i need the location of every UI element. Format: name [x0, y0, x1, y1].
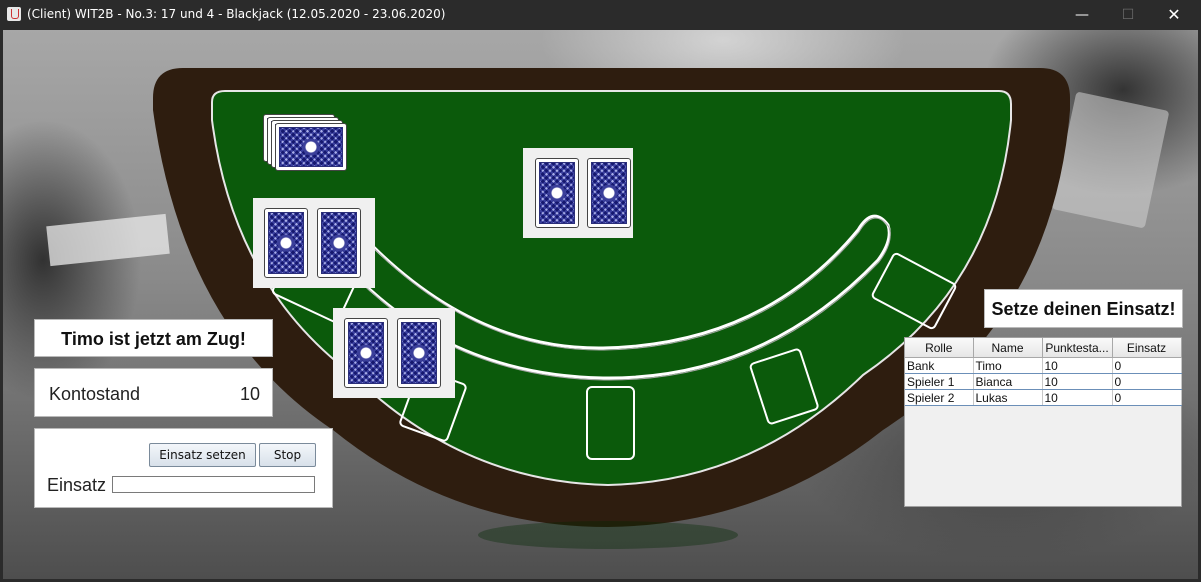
- stop-button[interactable]: Stop: [259, 443, 316, 467]
- account-panel: Kontostand 10: [34, 368, 273, 417]
- card-back-icon: [317, 208, 361, 278]
- card-back-icon: [264, 208, 308, 278]
- table-row[interactable]: Bank Timo 10 0: [905, 357, 1182, 374]
- title-bar: (Client) WIT2B - No.3: 17 und 4 - Blackj…: [0, 0, 1201, 30]
- player-hand: [333, 308, 455, 398]
- bet-prompt: Setze deinen Einsatz!: [984, 289, 1183, 328]
- table-cell: Spieler 1: [905, 373, 974, 390]
- table-cell: 0: [1112, 389, 1182, 406]
- table-cell: 10: [1042, 373, 1113, 390]
- account-label: Kontostand: [49, 384, 141, 404]
- table-cell: 0: [1112, 373, 1182, 390]
- column-header[interactable]: Punktesta...: [1042, 338, 1113, 358]
- java-icon: [7, 7, 21, 21]
- close-button[interactable]: ✕: [1151, 0, 1197, 30]
- players-table: Rolle Name Punktesta... Einsatz Bank Tim…: [904, 337, 1182, 507]
- set-bet-button[interactable]: Einsatz setzen: [149, 443, 256, 467]
- table-cell: Bank: [905, 357, 974, 374]
- card-back-icon: [587, 158, 631, 228]
- turn-status: Timo ist jetzt am Zug!: [34, 319, 273, 357]
- table-cell: Lukas: [973, 389, 1043, 406]
- table-cell: Timo: [973, 357, 1043, 374]
- table-row[interactable]: Spieler 2 Lukas 10 0: [905, 389, 1182, 406]
- table-cell: Bianca: [973, 373, 1043, 390]
- game-area: Timo ist jetzt am Zug! Kontostand 10 Ein…: [3, 30, 1198, 579]
- column-header[interactable]: Name: [973, 338, 1043, 358]
- account-value: 10: [239, 384, 260, 404]
- window-title: (Client) WIT2B - No.3: 17 und 4 - Blackj…: [27, 7, 446, 21]
- table-cell: 10: [1042, 389, 1113, 406]
- card-back-icon: [535, 158, 579, 228]
- bet-label: Einsatz: [47, 475, 107, 495]
- table-header-row: Rolle Name Punktesta... Einsatz: [905, 338, 1182, 358]
- bet-panel: Einsatz setzen Stop Einsatz: [34, 428, 333, 508]
- table-cell: 0: [1112, 357, 1182, 374]
- bet-input[interactable]: [112, 476, 315, 493]
- column-header[interactable]: Rolle: [905, 338, 974, 358]
- table-cell: Spieler 2: [905, 389, 974, 406]
- card-back-icon: [275, 123, 347, 171]
- column-header[interactable]: Einsatz: [1112, 338, 1182, 358]
- table-row[interactable]: Spieler 1 Bianca 10 0: [905, 373, 1182, 390]
- table-cell: 10: [1042, 357, 1113, 374]
- card-back-icon: [344, 318, 388, 388]
- dealer-hand: [523, 148, 633, 238]
- player-hand: [253, 198, 375, 288]
- card-back-icon: [397, 318, 441, 388]
- maximize-button[interactable]: ☐: [1105, 0, 1151, 30]
- minimize-button[interactable]: —: [1059, 0, 1105, 30]
